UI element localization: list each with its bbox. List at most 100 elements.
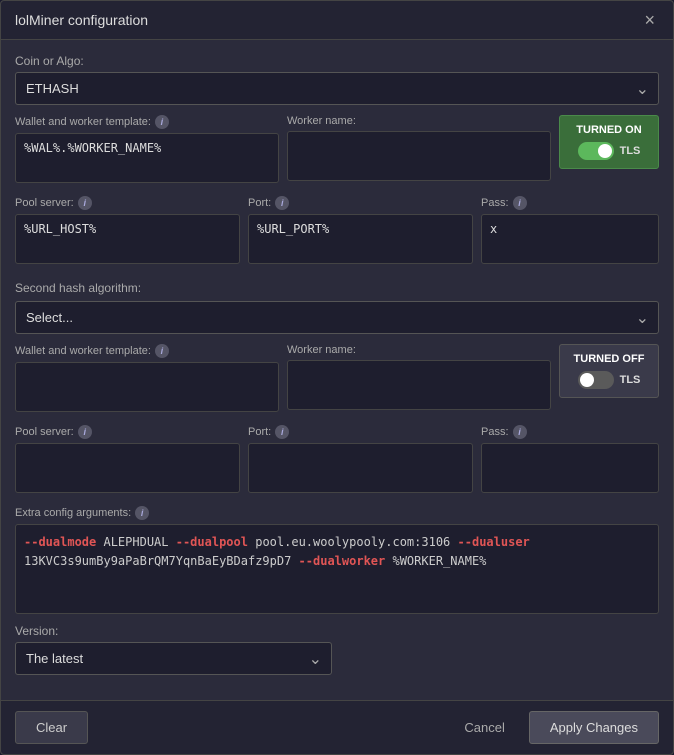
secondary-pool-label: Pool server: i <box>15 425 240 439</box>
primary-pool-info-icon: i <box>78 196 92 210</box>
primary-tls-box: TURNED ON TLS <box>559 115 659 169</box>
secondary-pass-group: Pass: i <box>481 425 659 496</box>
version-spacer <box>342 624 659 675</box>
secondary-worker-label: Worker name: <box>287 344 551 356</box>
secondary-port-input[interactable] <box>248 443 473 493</box>
primary-pool-wrapper: %URL_HOST% <box>15 214 240 267</box>
secondary-tls-label: TLS <box>620 374 641 386</box>
secondary-port-label: Port: i <box>248 425 473 439</box>
dualmode-value: ALEPHDUAL <box>103 535 175 549</box>
primary-pass-wrapper: x <box>481 214 659 267</box>
secondary-tls-box: TURNED OFF TLS <box>559 344 659 398</box>
primary-pool-label: Pool server: i <box>15 196 240 210</box>
primary-pass-input[interactable]: x <box>481 214 659 264</box>
dualmode-keyword: --dualmode <box>24 535 96 549</box>
coin-algo-select-wrapper: ETHASH ⌄ <box>15 72 659 105</box>
secondary-pool-info-icon: i <box>78 425 92 439</box>
primary-worker-input[interactable] <box>287 131 551 181</box>
extra-config-section: Extra config arguments: i --dualmode ALE… <box>15 506 659 614</box>
coin-algo-label: Coin or Algo: <box>15 54 659 68</box>
dualpool-value: pool.eu.woolypooly.com:3106 <box>255 535 457 549</box>
secondary-worker-wrapper <box>287 360 551 413</box>
version-select-wrapper: The latest ⌄ <box>15 642 332 675</box>
primary-wallet-label: Wallet and worker template: i <box>15 115 279 129</box>
primary-port-label: Port: i <box>248 196 473 210</box>
secondary-pass-label: Pass: i <box>481 425 659 439</box>
dualpool-keyword: --dualpool <box>176 535 248 549</box>
coin-algo-select[interactable]: ETHASH <box>15 72 659 105</box>
version-group: Version: The latest ⌄ <box>15 624 332 675</box>
cancel-button[interactable]: Cancel <box>448 712 520 743</box>
secondary-pool-row: Pool server: i Port: i Pass: <box>15 425 659 496</box>
primary-tls-track <box>578 142 614 160</box>
primary-pool-group: Pool server: i %URL_HOST% <box>15 196 240 267</box>
secondary-worker-group: Worker name: <box>287 344 551 413</box>
primary-wallet-row: Wallet and worker template: i %WAL%.%WOR… <box>15 115 659 186</box>
extra-config-content: --dualmode ALEPHDUAL --dualpool pool.eu.… <box>15 524 659 614</box>
secondary-port-group: Port: i <box>248 425 473 496</box>
primary-tls-knob <box>598 144 612 158</box>
secondary-wallet-info-icon: i <box>155 344 169 358</box>
clear-button[interactable]: Clear <box>15 711 88 744</box>
secondary-port-wrapper <box>248 443 473 496</box>
secondary-tls-track <box>578 371 614 389</box>
secondary-tls-toggle[interactable] <box>578 371 614 389</box>
primary-tls-label: TLS <box>620 145 641 157</box>
primary-tls-toggle-row: TLS <box>578 142 641 160</box>
secondary-wallet-group: Wallet and worker template: i <box>15 344 279 415</box>
secondary-worker-input[interactable] <box>287 360 551 410</box>
secondary-wallet-wrapper <box>15 362 279 415</box>
close-button[interactable]: × <box>640 11 659 29</box>
primary-worker-group: Worker name: <box>287 115 551 184</box>
dialog-header: lolMiner configuration × <box>1 1 673 40</box>
primary-tls-toggle[interactable] <box>578 142 614 160</box>
coin-algo-section: Coin or Algo: ETHASH ⌄ <box>15 54 659 105</box>
primary-wallet-input[interactable]: %WAL%.%WORKER_NAME% <box>15 133 279 183</box>
secondary-algo-label: Second hash algorithm: <box>15 281 659 295</box>
dialog-body: Coin or Algo: ETHASH ⌄ Wallet and worker… <box>1 40 673 700</box>
dualworker-value: %WORKER_NAME% <box>392 554 486 568</box>
secondary-tls-knob <box>580 373 594 387</box>
secondary-algo-select[interactable]: Select... <box>15 301 659 334</box>
extra-config-label: Extra config arguments: i <box>15 506 659 520</box>
secondary-pool-input[interactable] <box>15 443 240 493</box>
secondary-tls-status: TURNED OFF <box>574 353 645 365</box>
dialog-footer: Clear Cancel Apply Changes <box>1 700 673 754</box>
dialog-title: lolMiner configuration <box>15 12 148 28</box>
dualworker-keyword: --dualworker <box>299 554 386 568</box>
version-section: Version: The latest ⌄ <box>15 624 659 675</box>
dualuser-value: 13KVC3s9umBy9aPaBrQM7YqnBaEyBDafz9pD7 <box>24 554 299 568</box>
secondary-algo-section: Second hash algorithm: Select... ⌄ <box>15 281 659 334</box>
primary-port-group: Port: i %URL_PORT% <box>248 196 473 267</box>
secondary-pass-wrapper <box>481 443 659 496</box>
primary-pass-group: Pass: i x <box>481 196 659 267</box>
lolminer-config-dialog: lolMiner configuration × Coin or Algo: E… <box>0 0 674 755</box>
version-select[interactable]: The latest <box>15 642 332 675</box>
primary-wallet-group: Wallet and worker template: i %WAL%.%WOR… <box>15 115 279 186</box>
extra-config-info-icon: i <box>135 506 149 520</box>
secondary-pass-input[interactable] <box>481 443 659 493</box>
primary-wallet-info-icon: i <box>155 115 169 129</box>
primary-port-wrapper: %URL_PORT% <box>248 214 473 267</box>
footer-right: Cancel Apply Changes <box>448 711 659 744</box>
primary-worker-wrapper <box>287 131 551 184</box>
secondary-pool-group: Pool server: i <box>15 425 240 496</box>
secondary-algo-select-wrapper: Select... ⌄ <box>15 301 659 334</box>
primary-tls-status: TURNED ON <box>576 124 641 136</box>
version-label: Version: <box>15 624 332 638</box>
secondary-pool-wrapper <box>15 443 240 496</box>
primary-worker-label: Worker name: <box>287 115 551 127</box>
primary-port-info-icon: i <box>275 196 289 210</box>
secondary-wallet-input[interactable] <box>15 362 279 412</box>
secondary-tls-toggle-row: TLS <box>578 371 641 389</box>
secondary-port-info-icon: i <box>275 425 289 439</box>
primary-pool-input[interactable]: %URL_HOST% <box>15 214 240 264</box>
apply-changes-button[interactable]: Apply Changes <box>529 711 659 744</box>
dualuser-keyword: --dualuser <box>458 535 530 549</box>
secondary-pass-info-icon: i <box>513 425 527 439</box>
primary-port-input[interactable]: %URL_PORT% <box>248 214 473 264</box>
secondary-wallet-label: Wallet and worker template: i <box>15 344 279 358</box>
primary-pass-label: Pass: i <box>481 196 659 210</box>
secondary-wallet-row: Wallet and worker template: i Worker nam… <box>15 344 659 415</box>
primary-pool-row: Pool server: i %URL_HOST% Port: i %URL_P… <box>15 196 659 267</box>
